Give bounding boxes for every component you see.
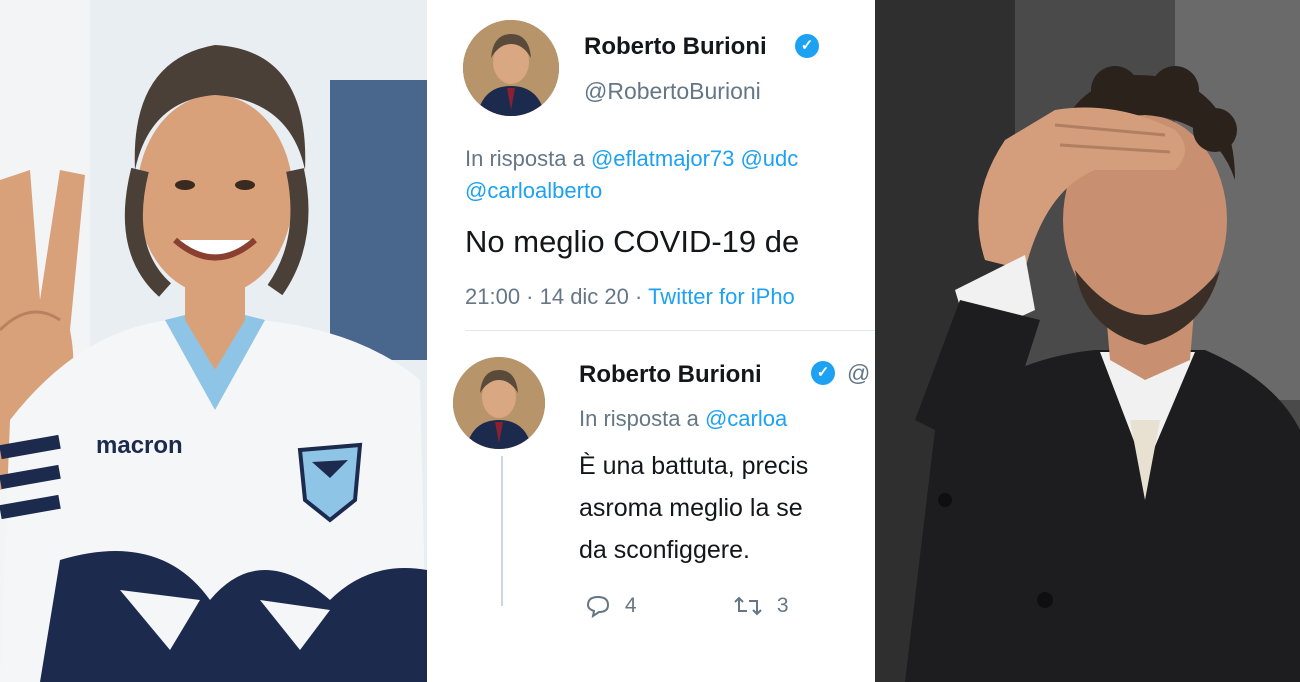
man-in-lazio-shirt-illustration bbox=[0, 0, 427, 682]
display-name[interactable]: Roberto Burioni bbox=[584, 33, 767, 61]
right-photo bbox=[875, 0, 1300, 682]
tweet-divider bbox=[465, 330, 875, 331]
avatar[interactable] bbox=[463, 20, 559, 116]
reply-action[interactable]: 4 bbox=[585, 594, 637, 619]
retweet-count: 3 bbox=[776, 594, 789, 617]
left-photo: macron bbox=[0, 0, 427, 682]
reply-mention-link[interactable]: @carloalberto bbox=[465, 178, 602, 203]
reply-prefix: In risposta a bbox=[579, 406, 699, 431]
reply-context: In risposta a @carloa bbox=[579, 406, 787, 432]
retweet-action[interactable]: 3 bbox=[733, 594, 789, 618]
thread-connector-line bbox=[501, 456, 503, 606]
avatar-portrait-icon bbox=[453, 357, 545, 449]
verified-badge-icon: ✓ bbox=[811, 361, 835, 385]
reply-context-line-2: @carloalberto bbox=[465, 178, 602, 204]
avatar[interactable] bbox=[453, 357, 545, 449]
tweet-text-line-2: asroma meglio la se bbox=[579, 494, 803, 522]
tweet-timestamp[interactable]: 21:00 · 14 dic 20 bbox=[465, 284, 629, 309]
tweet-text: No meglio COVID-19 de bbox=[465, 224, 800, 259]
avatar-portrait-icon bbox=[463, 20, 559, 116]
reply-mentions-link[interactable]: @eflatmajor73 @udc bbox=[591, 146, 798, 171]
tweet-text-line-3: da sconfiggere. bbox=[579, 536, 750, 564]
tweet-metadata: 21:00 · 14 dic 20 · Twitter for iPho bbox=[465, 284, 795, 310]
verified-badge-icon: ✓ bbox=[795, 34, 819, 58]
username-fragment[interactable]: @ bbox=[847, 360, 870, 387]
tweet-text-line-1: È una battuta, precis bbox=[579, 452, 809, 480]
reply-context: In risposta a @eflatmajor73 @udc bbox=[465, 146, 798, 172]
reply-bubble-icon bbox=[586, 596, 610, 619]
username[interactable]: @RobertoBurioni bbox=[584, 78, 761, 105]
tweet-source-link[interactable]: Twitter for iPho bbox=[648, 284, 795, 309]
retweet-icon bbox=[734, 597, 762, 616]
meta-separator: · bbox=[635, 284, 649, 309]
tweet-screenshot: Roberto Burioni ✓ @RobertoBurioni In ris… bbox=[427, 0, 875, 682]
reply-count: 4 bbox=[624, 594, 637, 617]
shirt-brand-label: macron bbox=[96, 432, 183, 459]
man-in-suit-hand-on-forehead-illustration bbox=[875, 0, 1300, 682]
display-name[interactable]: Roberto Burioni bbox=[579, 361, 762, 389]
reply-prefix: In risposta a bbox=[465, 146, 585, 171]
reply-mention-link[interactable]: @carloa bbox=[705, 406, 787, 431]
